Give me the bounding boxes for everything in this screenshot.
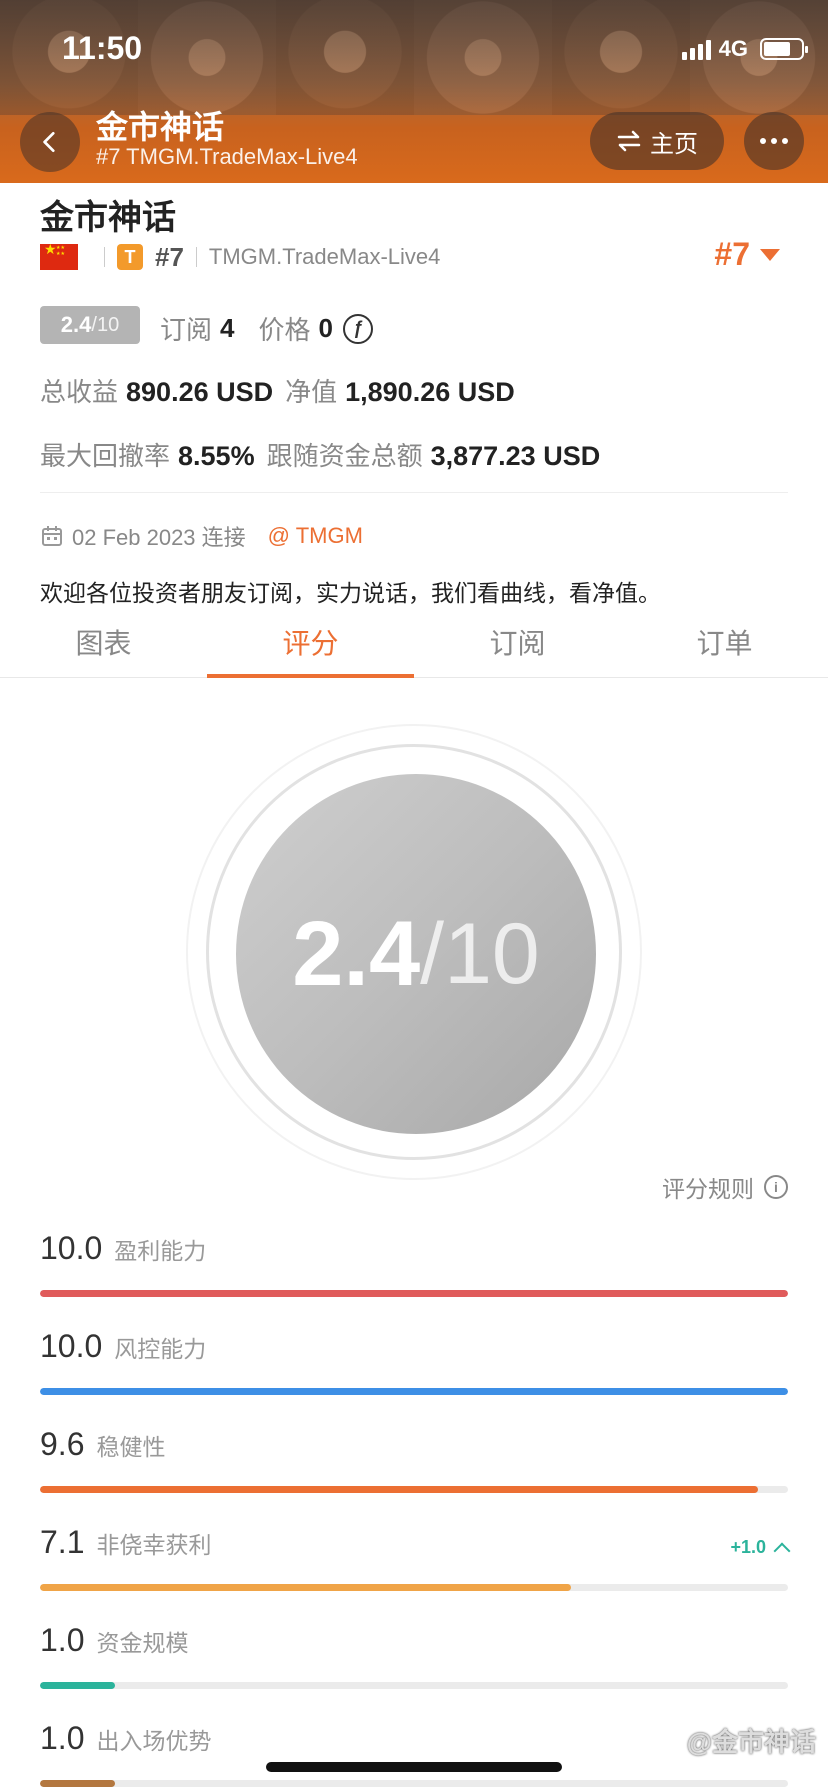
metric-bar-track [40, 1486, 788, 1493]
rank-value: #7 [714, 236, 750, 272]
triangle-down-icon [760, 248, 780, 261]
score-chip-denominator: /10 [91, 313, 120, 336]
metric-bar-track [40, 1780, 788, 1787]
chevron-up-icon [773, 1542, 791, 1559]
home-button-label: 主页 [650, 130, 698, 158]
signal-icon [681, 38, 711, 60]
rank-dropdown[interactable]: #7 [714, 236, 780, 273]
total-profit-label: 总收益 [40, 377, 119, 407]
price-label: 价格 [258, 315, 311, 345]
platform-badge-icon: T [117, 244, 143, 270]
metric-row: 1.0 资金规模 [40, 1622, 788, 1689]
score-denominator: /10 [420, 905, 540, 1002]
rank-label: #7 [155, 241, 184, 272]
metric-bar-track [40, 1388, 788, 1395]
subscription-price-row: 订阅 4 价格 0 ƒ [160, 310, 373, 347]
trader-description: 欢迎各位投资者朋友订阅，实力说话，我们看曲线，看净值。 [40, 580, 661, 606]
max-drawdown-label: 最大回撤率 [40, 441, 171, 471]
coin-icon: ƒ [342, 313, 373, 344]
metric-label: 风控能力 [114, 1336, 207, 1362]
divider [40, 492, 788, 493]
tab-bar: 图表 评分 订阅 订单 [0, 606, 828, 678]
drawdown-row: 最大回撤率 8.55% 跟随资金总额 3,877.23 USD [40, 436, 612, 473]
metric-value: 1.0 [40, 1720, 85, 1756]
profit-row: 总收益 890.26 USD 净值 1,890.26 USD [40, 372, 527, 409]
score-rules-link[interactable]: 评分规则 i [662, 1170, 788, 1204]
connect-row: 02 Feb 2023 连接 @ TMGM [40, 520, 363, 552]
metric-value: 9.6 [40, 1426, 85, 1462]
more-button[interactable] [744, 112, 804, 170]
metric-value: 10.0 [40, 1230, 103, 1266]
broker-link[interactable]: @ TMGM [268, 523, 363, 549]
metric-bar-fill [40, 1486, 759, 1493]
metric-label: 非侥幸获利 [96, 1532, 212, 1558]
status-time: 11:50 [62, 30, 143, 66]
metric-bar-fill [40, 1682, 115, 1689]
swap-icon [617, 130, 641, 152]
max-drawdown-value: 8.55% [178, 441, 255, 471]
calendar-icon [42, 526, 62, 546]
score-chip: 2.4/10 [40, 306, 140, 344]
subscribers-label: 订阅 [160, 315, 213, 345]
follow-funds-value: 3,877.23 USD [430, 441, 601, 471]
metric-row: 1.0 出入场优势 [40, 1720, 788, 1787]
tab-score[interactable]: 评分 [207, 606, 414, 678]
metric-bar-fill [40, 1584, 572, 1591]
subscribers-value: 4 [220, 313, 235, 343]
metric-value: 1.0 [40, 1622, 85, 1658]
score-value: 2.4 [292, 902, 421, 1005]
metric-bar-fill [40, 1290, 788, 1297]
metric-value: 10.0 [40, 1328, 103, 1364]
battery-icon [760, 38, 808, 60]
trader-name: 金市神话 [40, 199, 176, 237]
back-button[interactable] [20, 112, 80, 172]
status-indicators: 4G [681, 36, 808, 62]
metric-row: 10.0 盈利能力 [40, 1230, 788, 1297]
metric-label: 稳健性 [96, 1434, 166, 1460]
metric-bar-track [40, 1290, 788, 1297]
tab-chart[interactable]: 图表 [0, 606, 207, 677]
metric-delta: +1.0 [730, 1537, 791, 1559]
more-dots-icon [760, 138, 766, 144]
info-icon: i [764, 1175, 788, 1199]
chevron-left-icon [43, 131, 55, 153]
equity-value: 1,890.26 USD [345, 377, 515, 407]
network-type: 4G [718, 36, 748, 61]
metric-row: 10.0 风控能力 [40, 1328, 788, 1395]
equity-label: 净值 [285, 377, 338, 407]
score-gauge: 2.4/10 [186, 724, 642, 1180]
follow-funds-label: 跟随资金总额 [266, 441, 423, 471]
price-value: 0 [318, 313, 333, 343]
metric-bar-fill [40, 1388, 788, 1395]
nav-title: 金市神话 [96, 109, 225, 145]
metric-label: 资金规模 [96, 1630, 189, 1656]
metric-label: 盈利能力 [114, 1238, 207, 1264]
tab-subscription[interactable]: 订阅 [414, 606, 621, 677]
trader-meta: T #7 TMGM.TradeMax-Live4 [40, 241, 441, 272]
home-button[interactable]: 主页 [590, 112, 724, 170]
watermark: @金市神话 [686, 1727, 816, 1757]
connect-date: 02 Feb 2023 连接 [72, 525, 246, 550]
metric-bar-track [40, 1584, 788, 1591]
metric-row: 7.1 非侥幸获利 +1.0 [40, 1524, 791, 1591]
metric-bar-fill [40, 1780, 115, 1787]
home-indicator [266, 1762, 562, 1772]
gauge-disc: 2.4/10 [236, 774, 596, 1134]
total-profit-value: 890.26 USD [126, 377, 274, 407]
china-flag-icon [40, 241, 78, 270]
score-chip-value: 2.4 [60, 312, 92, 337]
server-name: TMGM.TradeMax-Live4 [208, 244, 441, 269]
header-banner: 11:50 4G 金市神话 #7 TMGM.TradeMax-Live4 主页 [0, 0, 828, 183]
metric-bar-track [40, 1682, 788, 1689]
metric-delta-value: +1.0 [730, 1537, 766, 1557]
metric-value: 7.1 [40, 1524, 85, 1560]
tab-orders[interactable]: 订单 [621, 606, 828, 677]
score-rules-label: 评分规则 [662, 1176, 754, 1202]
nav-subtitle: #7 TMGM.TradeMax-Live4 [96, 144, 358, 169]
metric-row: 9.6 稳健性 [40, 1426, 788, 1493]
metric-label: 出入场优势 [96, 1728, 212, 1754]
